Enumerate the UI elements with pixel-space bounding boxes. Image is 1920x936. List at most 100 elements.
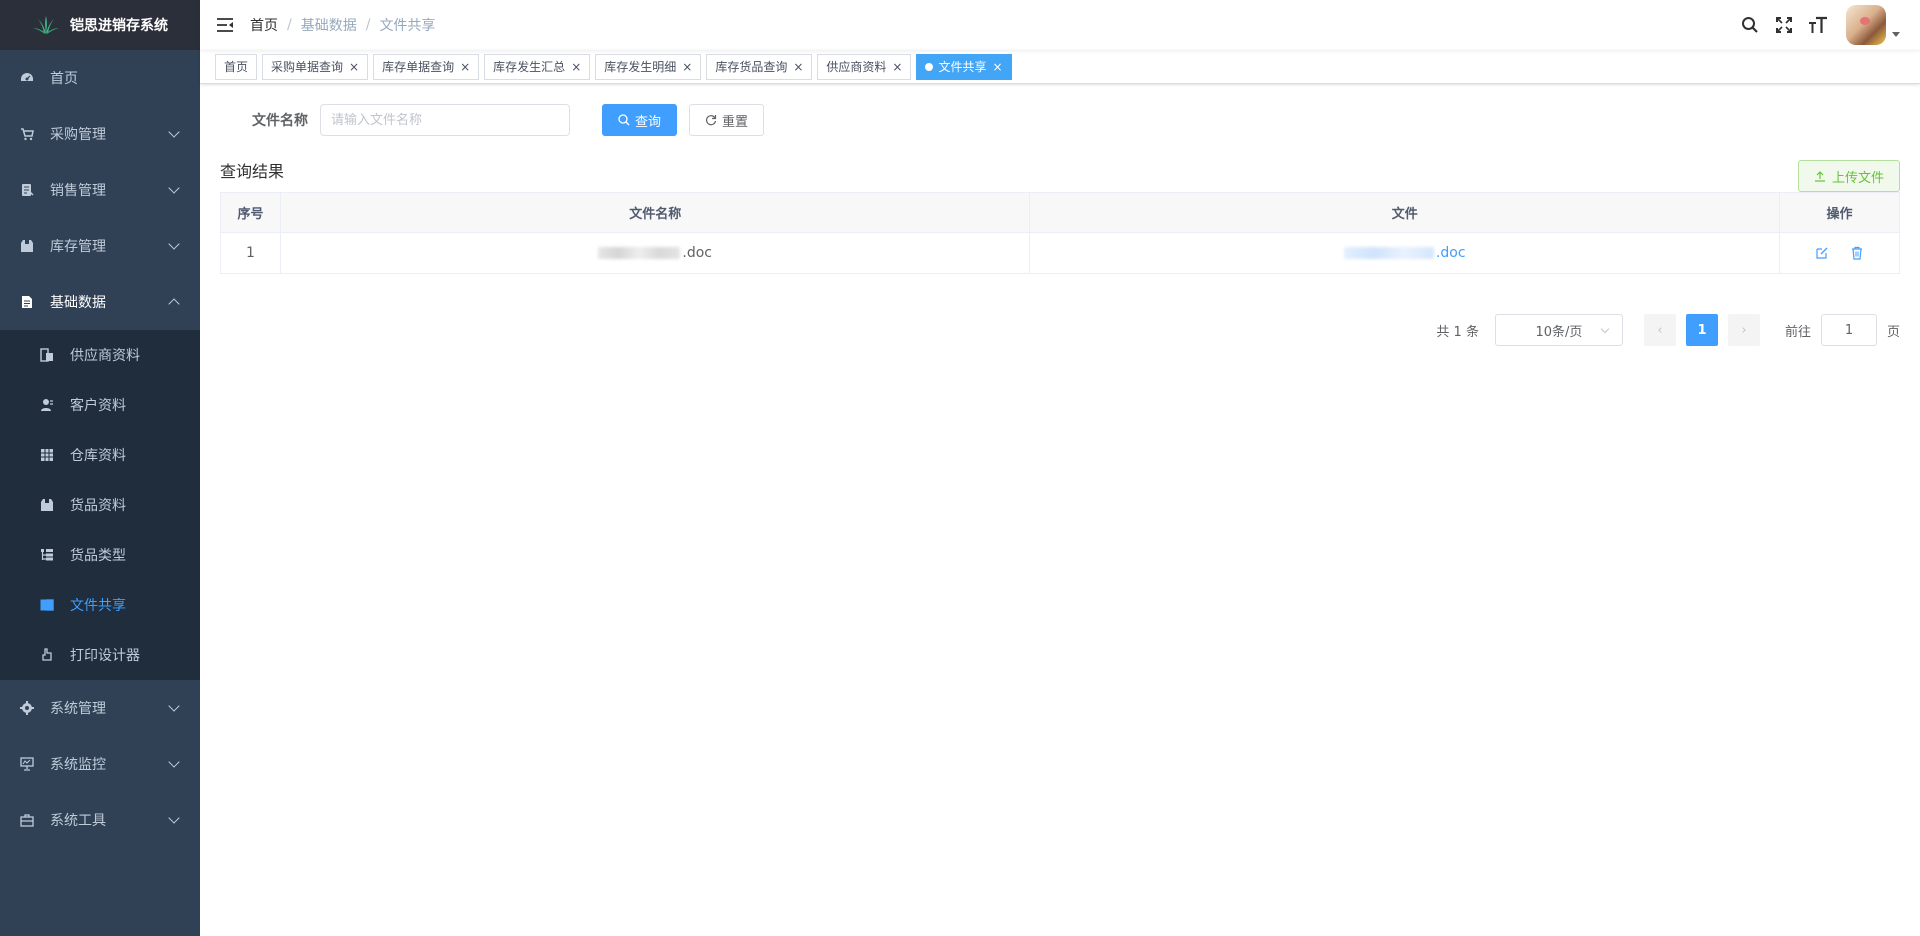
result-title: 查询结果 (220, 162, 285, 181)
column-header-index: 序号 (220, 192, 281, 233)
sidebar-item-label: 文件共享 (70, 598, 126, 614)
tag-inventory-summary[interactable]: 库存发生汇总 × (484, 53, 591, 80)
fullscreen-icon[interactable] (1774, 15, 1794, 35)
logo[interactable]: 铠思进销存系统 (0, 0, 200, 50)
file-download-link[interactable]: .doc (1343, 245, 1466, 261)
tag-goods-query[interactable]: 库存货品查询 × (706, 53, 813, 80)
tag-purchase-query[interactable]: 采购单据查询 × (262, 53, 369, 80)
tag-home[interactable]: 首页 (215, 53, 258, 80)
upload-file-button[interactable]: 上传文件 (1797, 160, 1900, 192)
sales-icon (20, 183, 34, 197)
pagination: 共 1 条 10条/页 ‹ 1 › 前往 页 (220, 314, 1900, 346)
close-icon[interactable]: × (892, 55, 902, 79)
sidebar-item-print-designer[interactable]: 打印设计器 (0, 630, 200, 680)
cell-index: 1 (220, 232, 281, 274)
tag-label: 采购单据查询 (271, 59, 344, 74)
sidebar-item-label: 货品类型 (70, 548, 126, 564)
reset-button[interactable]: 重置 (689, 104, 765, 136)
page-number-button[interactable]: 1 (1685, 314, 1718, 346)
sidebar-item-label: 仓库资料 (70, 448, 126, 464)
search-form: 文件名称 查询 重置 (220, 102, 1900, 138)
goto-prefix: 前往 (1784, 324, 1811, 340)
tag-inventory-detail[interactable]: 库存发生明细 × (595, 53, 702, 80)
sidebar-item-label: 系统监控 (50, 757, 106, 773)
close-icon[interactable]: × (349, 55, 359, 79)
page-size-value: 10条/页 (1535, 324, 1583, 340)
chevron-down-icon (168, 700, 180, 712)
sidebar-item-file-share[interactable]: 文件共享 (0, 580, 200, 630)
column-header-actions: 操作 (1779, 192, 1900, 233)
prev-page-button[interactable]: ‹ (1643, 314, 1676, 346)
tree-icon (40, 548, 54, 562)
tag-file-share[interactable]: 文件共享 × (916, 53, 1012, 80)
main-container: 首页 / 基础数据 / 文件共享 首页 采购单据查询 × 库存单据查询 × 库存… (200, 0, 1920, 936)
font-size-icon[interactable] (1808, 15, 1828, 35)
sidebar-item-system-management[interactable]: 系统管理 (0, 680, 200, 736)
navbar: 首页 / 基础数据 / 文件共享 (200, 0, 1920, 50)
sidebar-item-label: 供应商资料 (70, 348, 140, 364)
query-button-label: 查询 (635, 114, 662, 130)
file-share-icon (40, 598, 54, 612)
avatar-dropdown[interactable] (1846, 5, 1900, 45)
delete-icon[interactable] (1850, 246, 1864, 260)
tag-label: 库存货品查询 (715, 59, 788, 74)
goto-page-input[interactable] (1820, 314, 1877, 346)
sidebar: 铠思进销存系统 首页 采购管理 销售管理 库存管理 基础数据 供应商资料 客户资… (0, 0, 200, 936)
sidebar-item-label: 货品资料 (70, 498, 126, 514)
redacted-text (1343, 247, 1434, 259)
file-name-label: 文件名称 (252, 113, 308, 129)
sidebar-item-label: 基础数据 (50, 295, 106, 311)
sidebar-item-label: 系统管理 (50, 701, 106, 717)
sidebar-item-inventory[interactable]: 库存管理 (0, 218, 200, 274)
print-icon (40, 648, 54, 662)
search-icon[interactable] (1740, 15, 1760, 35)
table-row: 1 .doc .doc (220, 232, 1900, 274)
close-icon[interactable]: × (682, 55, 692, 79)
sidebar-item-warehouse[interactable]: 仓库资料 (0, 430, 200, 480)
tag-supplier[interactable]: 供应商资料 × (817, 53, 912, 80)
breadcrumb-separator: / (287, 17, 292, 33)
sidebar-item-label: 客户资料 (70, 398, 126, 414)
tag-inventory-query[interactable]: 库存单据查询 × (373, 53, 480, 80)
tag-label: 库存单据查询 (382, 59, 455, 74)
tag-label: 库存发生明细 (604, 59, 677, 74)
edit-icon[interactable] (1815, 246, 1829, 260)
file-name-suffix: .doc (682, 245, 713, 261)
sidebar-item-supplier[interactable]: 供应商资料 (0, 330, 200, 380)
menu-fold-icon (217, 18, 233, 32)
close-icon[interactable]: × (793, 55, 803, 79)
file-name-input[interactable] (320, 104, 570, 136)
logo-icon (33, 16, 59, 34)
sidebar-item-goods[interactable]: 货品资料 (0, 480, 200, 530)
sidebar-item-home[interactable]: 首页 (0, 50, 200, 106)
refresh-icon (705, 115, 717, 126)
query-button[interactable]: 查询 (602, 104, 678, 136)
cell-file: .doc (1029, 232, 1781, 274)
chevron-down-icon (168, 756, 180, 768)
cart-icon (20, 127, 34, 141)
breadcrumb: 首页 / 基础数据 / 文件共享 (250, 15, 435, 35)
sidebar-item-system-tools[interactable]: 系统工具 (0, 792, 200, 848)
sidebar-item-label: 销售管理 (50, 183, 106, 199)
hamburger-button[interactable] (200, 0, 250, 50)
breadcrumb-home[interactable]: 首页 (250, 15, 278, 35)
column-header-file-name: 文件名称 (279, 192, 1031, 233)
upload-icon (1814, 171, 1825, 182)
sidebar-item-sales[interactable]: 销售管理 (0, 162, 200, 218)
sidebar-item-goods-type[interactable]: 货品类型 (0, 530, 200, 580)
inventory-icon (20, 239, 34, 253)
page-size-select[interactable]: 10条/页 (1494, 314, 1623, 346)
close-icon[interactable]: × (460, 55, 470, 79)
goto-suffix: 页 (1886, 324, 1900, 340)
sidebar-item-customer[interactable]: 客户资料 (0, 380, 200, 430)
sidebar-item-purchase[interactable]: 采购管理 (0, 106, 200, 162)
customer-icon (40, 398, 54, 412)
sidebar-item-label: 系统工具 (50, 813, 106, 829)
result-header: 查询结果 上传文件 (220, 146, 1900, 192)
supplier-icon (40, 348, 54, 362)
sidebar-item-system-monitor[interactable]: 系统监控 (0, 736, 200, 792)
next-page-button[interactable]: › (1727, 314, 1760, 346)
close-icon[interactable]: × (571, 55, 581, 79)
sidebar-item-basic-data[interactable]: 基础数据 (0, 274, 200, 330)
close-icon[interactable]: × (993, 55, 1003, 79)
